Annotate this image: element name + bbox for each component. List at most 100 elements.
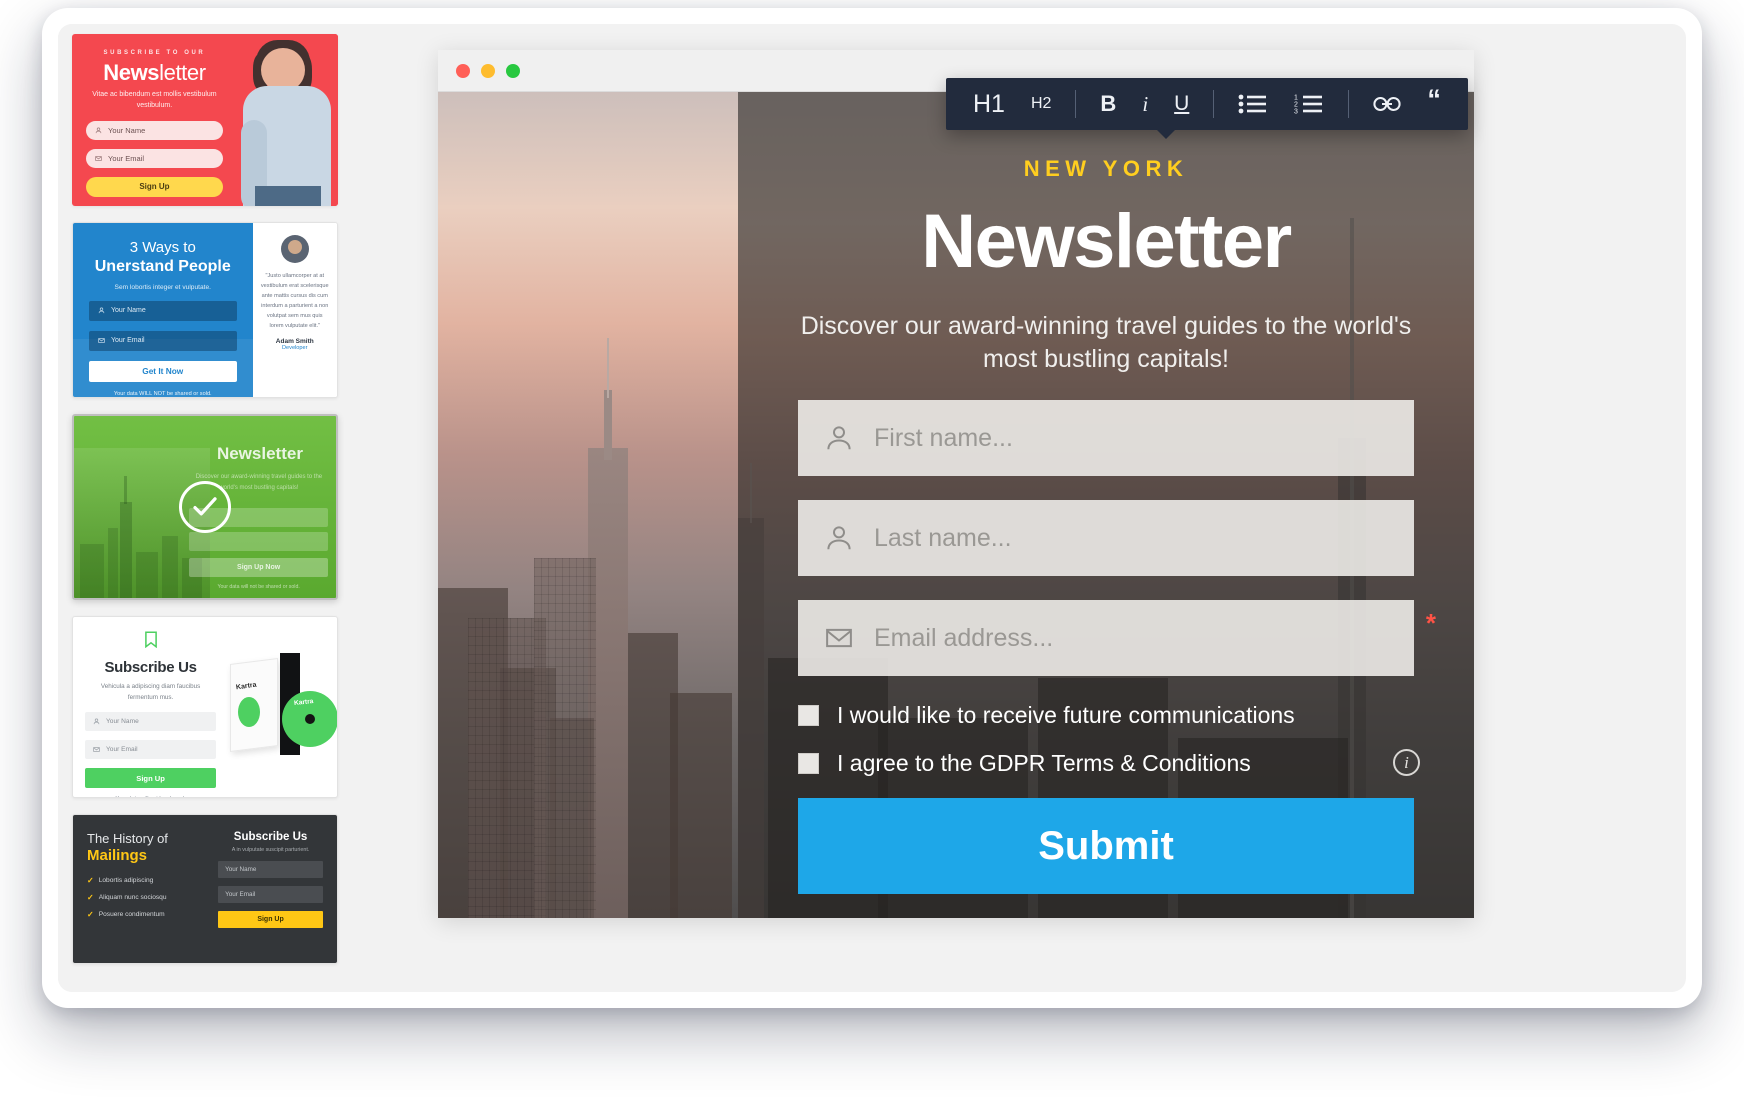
bullet-list-button[interactable]: [1227, 87, 1279, 121]
thumb-dark-bullet-text: Lobortis adipiscing: [98, 877, 154, 884]
thumb-red-title-bold: News: [103, 60, 160, 85]
thumb-dark-form: Subscribe Us A in vulputate suscipit par…: [212, 831, 323, 947]
thumb-blue-author: Adam Smith: [275, 338, 314, 346]
page-title: Newsletter: [921, 199, 1292, 284]
close-icon[interactable]: [456, 63, 470, 78]
check-icon: ✓: [87, 893, 94, 902]
thumb-red-subtitle: Vitae ac bibendum est mollis vestibulum …: [92, 91, 217, 109]
thumb-blue-name-field[interactable]: Your Name: [89, 300, 237, 321]
thumb-red-name-field[interactable]: Your Name: [86, 120, 223, 140]
thumb-green-email-field[interactable]: [189, 532, 328, 551]
template-thumbnail-green-newsletter[interactable]: Newsletter Discover our award-winning tr…: [72, 414, 338, 600]
thumb-dark-signup-button[interactable]: Sign Up: [218, 911, 323, 928]
thumb-red-signup-button[interactable]: Sign Up: [86, 176, 223, 197]
last-name-field[interactable]: Last name...: [798, 500, 1414, 576]
thumb-white-email-field[interactable]: Your Email: [85, 740, 217, 760]
thumb-white-name-field[interactable]: Your Name: [85, 712, 217, 732]
blockquote-button[interactable]: “: [1416, 86, 1452, 121]
building-facade: [534, 558, 596, 918]
link-icon: [1373, 97, 1401, 111]
thumb-green-title: Newsletter: [216, 444, 303, 463]
toolbar-divider: [1348, 90, 1350, 118]
thumb-white-name-label: Your Name: [106, 718, 139, 726]
thumb-green-block: [108, 528, 118, 598]
template-sidebar[interactable]: SUBSCRIBE TO OUR Newsletter Vitae ac bib…: [58, 24, 370, 992]
user-icon: [827, 526, 851, 550]
thumb-blue-email-field[interactable]: Your Email: [89, 330, 237, 351]
thumb-blue-note: Your data WILL NOT be shared or sold.: [113, 390, 212, 397]
required-indicator: *: [1425, 608, 1436, 638]
city-label: NEW YORK: [1023, 156, 1189, 181]
thumb-dark-title-line1: The History of: [87, 831, 168, 846]
rich-text-format-toolbar[interactable]: H1 H2 B i U 1 2 3 “: [946, 78, 1468, 139]
thumb-red-email-label: Your Email: [108, 153, 144, 163]
template-thumbnail-subscribe-us[interactable]: Subscribe Us Vehicula a adipiscing diam …: [72, 616, 338, 798]
thumb-white-title: Subscribe Us: [104, 659, 197, 676]
thumb-blue-quote: "Justo ullamcorper at at vestibulum erat…: [260, 273, 329, 330]
template-thumbnail-red-newsletter[interactable]: SUBSCRIBE TO OUR Newsletter Vitae ac bib…: [72, 34, 338, 206]
checkbox-row-gdpr-terms[interactable]: I agree to the GDPR Terms & Conditions: [798, 750, 1414, 777]
first-name-field[interactable]: First name...: [798, 400, 1414, 476]
underline-button[interactable]: U: [1163, 87, 1200, 121]
svg-text:3: 3: [1294, 109, 1298, 116]
thumb-red-title-rest: letter: [159, 60, 206, 85]
toolbar-divider: [1075, 90, 1077, 118]
newsletter-content: NEW YORK Newsletter Discover our award-w…: [738, 92, 1474, 918]
thumb-blue-cta-button[interactable]: Get It Now: [89, 360, 237, 382]
minimize-icon[interactable]: [481, 63, 495, 78]
newsletter-canvas: NEW YORK Newsletter Discover our award-w…: [438, 92, 1474, 918]
template-thumbnail-blue-3-ways[interactable]: 3 Ways to Unerstand People Sem lobortis …: [72, 222, 338, 398]
thumb-blue-testimonial: "Justo ullamcorper at at vestibulum erat…: [252, 223, 337, 397]
thumb-white-email-label: Your Email: [106, 746, 138, 754]
thumb-dark-email-field[interactable]: Your Email: [218, 886, 323, 903]
thumb-red-name-label: Your Name: [108, 125, 146, 135]
thumb-white-body: Subscribe Us Vehicula a adipiscing diam …: [85, 631, 224, 797]
consent-checkboxes: I would like to receive future communica…: [798, 702, 1420, 777]
list-item: ✓ Aliquam nunc sociosqu: [87, 893, 212, 902]
first-name-placeholder: First name...: [874, 423, 1013, 452]
thumb-blue-title: 3 Ways to Unerstand People: [89, 239, 237, 277]
last-name-placeholder: Last name...: [874, 523, 1012, 552]
bullet-list-icon: [1238, 94, 1267, 114]
thumb-green-cta-button[interactable]: Sign Up Now: [189, 558, 328, 577]
thumb-blue-title-line1: 3 Ways to: [129, 239, 196, 256]
future-communications-checkbox[interactable]: [798, 705, 819, 726]
thumb-dark-name-field[interactable]: Your Name: [218, 861, 323, 878]
thumb-red-email-field[interactable]: Your Email: [86, 148, 223, 168]
thumb-dark-bullet-list: ✓ Lobortis adipiscing ✓ Aliquam nunc socio…: [87, 876, 212, 919]
thumb-white-subtitle: Vehicula a adipiscing diam faucibus ferm…: [100, 683, 201, 701]
numbered-list-button[interactable]: 1 2 3: [1283, 87, 1335, 121]
thumb-white-signup-button[interactable]: Sign Up: [85, 768, 217, 789]
heading-2-button[interactable]: H2: [1020, 87, 1062, 121]
thumb-blue-name-label: Your Name: [111, 307, 146, 315]
avatar: [280, 235, 309, 263]
user-icon: [95, 127, 102, 133]
user-icon: [827, 426, 851, 450]
toolbar-divider: [1213, 90, 1215, 118]
thumb-blue-role: Developer: [282, 345, 308, 352]
info-icon[interactable]: i: [1393, 749, 1420, 776]
submit-button[interactable]: Submit: [798, 798, 1414, 894]
email-field[interactable]: Email address... *: [798, 600, 1436, 676]
check-icon: ✓: [87, 876, 94, 885]
thumb-dark-body: The History of Mailings ✓ Lobortis adipis…: [87, 831, 212, 947]
envelope-icon: [95, 155, 102, 161]
user-icon: [93, 718, 100, 725]
heading-1-button[interactable]: H1: [962, 87, 1016, 121]
template-thumbnail-dark-history[interactable]: The History of Mailings ✓ Lobortis adipis…: [72, 814, 338, 964]
thumb-green-block: [80, 544, 104, 598]
thumb-dark-bullet-text: Aliquam nunc sociosqu: [98, 894, 167, 901]
italic-button[interactable]: i: [1131, 87, 1159, 121]
svg-text:1: 1: [1294, 95, 1298, 102]
thumb-blue-subtitle: Sem lobortis integer et vulputate.: [114, 283, 211, 291]
person-jeans: [254, 186, 321, 206]
thumb-green-note: Your data will not be shared or sold.: [217, 584, 300, 590]
gdpr-terms-checkbox[interactable]: [798, 753, 819, 774]
future-communications-label: I would like to receive future communica…: [837, 702, 1295, 728]
bold-button[interactable]: B: [1089, 87, 1127, 121]
link-button[interactable]: [1362, 87, 1412, 121]
thumb-green-spire: [120, 476, 132, 598]
checkbox-row-future-communications[interactable]: I would like to receive future communica…: [798, 702, 1414, 729]
maximize-icon[interactable]: [506, 63, 520, 78]
gdpr-terms-label: I agree to the GDPR Terms & Conditions: [837, 750, 1251, 776]
